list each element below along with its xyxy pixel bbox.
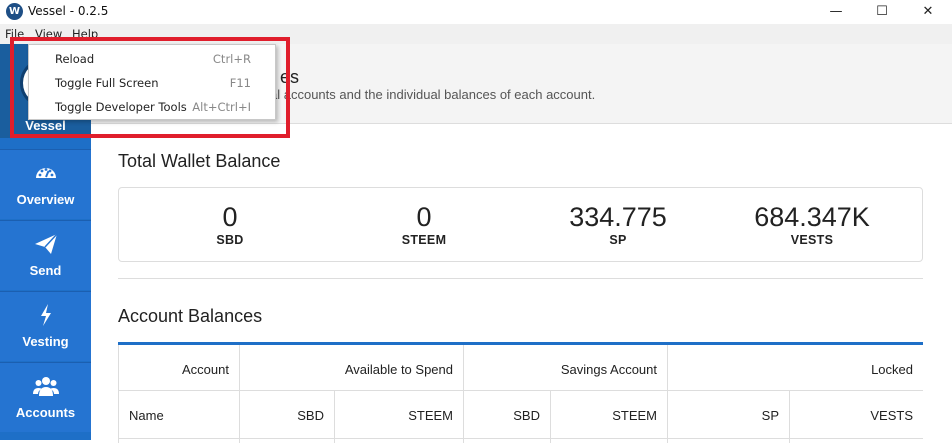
stat-value: 334.775 xyxy=(569,202,667,232)
sidebar-item-accounts[interactable]: Accounts xyxy=(0,362,91,432)
sidebar-item-label: Vesting xyxy=(22,334,69,349)
balance-card: 0 SBD 0 STEEM 334.775 SP 684.347K VESTS xyxy=(118,187,923,262)
highlight-box xyxy=(10,37,290,138)
sidebar-item-overview[interactable]: Overview xyxy=(0,149,91,219)
sidebar-item-label: Overview xyxy=(16,192,75,207)
column-header-savings-steem[interactable]: STEEM xyxy=(550,408,657,423)
stat-unit: STEEM xyxy=(401,233,447,247)
page-subtitle: al accounts and the individual balances … xyxy=(270,87,596,102)
group-header-locked: Locked xyxy=(871,362,913,377)
stat-value: 684.347K xyxy=(754,202,870,232)
stat-steem: 0 STEEM xyxy=(324,202,524,247)
sidebar-item-label: Accounts xyxy=(15,405,76,420)
group-header-account: Account xyxy=(182,362,229,377)
stat-unit: SBD xyxy=(216,233,244,247)
column-header-sbd[interactable]: SBD xyxy=(239,408,324,423)
maximize-button[interactable]: ☐ xyxy=(859,0,905,24)
lightning-icon xyxy=(40,304,51,326)
column-header-steem[interactable]: STEEM xyxy=(334,408,453,423)
close-button[interactable]: ✕ xyxy=(905,0,951,24)
col-divider xyxy=(667,345,668,443)
sidebar-item-send[interactable]: Send xyxy=(0,220,91,290)
stat-value: 0 xyxy=(416,202,432,232)
app-logo-icon: W xyxy=(6,3,23,20)
balances-table: Account Available to Spend Savings Accou… xyxy=(118,342,923,443)
sidebar-item-vesting[interactable]: Vesting xyxy=(0,291,91,361)
stat-sp: 334.775 SP xyxy=(518,202,718,247)
stat-vests: 684.347K VESTS xyxy=(712,202,912,247)
col-divider xyxy=(239,345,240,443)
stat-value: 0 xyxy=(222,202,238,232)
stat-unit: VESTS xyxy=(790,233,834,247)
col-divider xyxy=(463,345,464,443)
column-header-vests[interactable]: VESTS xyxy=(789,408,913,423)
section-divider xyxy=(118,278,923,279)
minimize-button[interactable]: — xyxy=(813,0,859,24)
total-balance-title: Total Wallet Balance xyxy=(118,151,281,171)
account-balances-title: Account Balances xyxy=(118,306,263,326)
users-icon xyxy=(32,377,59,396)
title-bar: W Vessel - 0.2.5 — ☐ ✕ xyxy=(0,0,952,24)
stat-unit: SP xyxy=(609,233,627,247)
gauge-icon xyxy=(35,168,56,178)
window-title: Vessel - 0.2.5 xyxy=(28,4,109,18)
col-divider xyxy=(118,345,119,443)
column-header-savings-sbd[interactable]: SBD xyxy=(463,408,540,423)
column-header-name[interactable]: Name xyxy=(129,408,164,423)
group-header-available: Available to Spend xyxy=(344,362,453,377)
stat-sbd: 0 SBD xyxy=(130,202,330,247)
column-header-sp[interactable]: SP xyxy=(667,408,779,423)
sidebar-item-label: Send xyxy=(29,263,62,278)
paper-plane-icon xyxy=(34,233,58,254)
group-header-savings: Savings Account xyxy=(560,362,657,377)
